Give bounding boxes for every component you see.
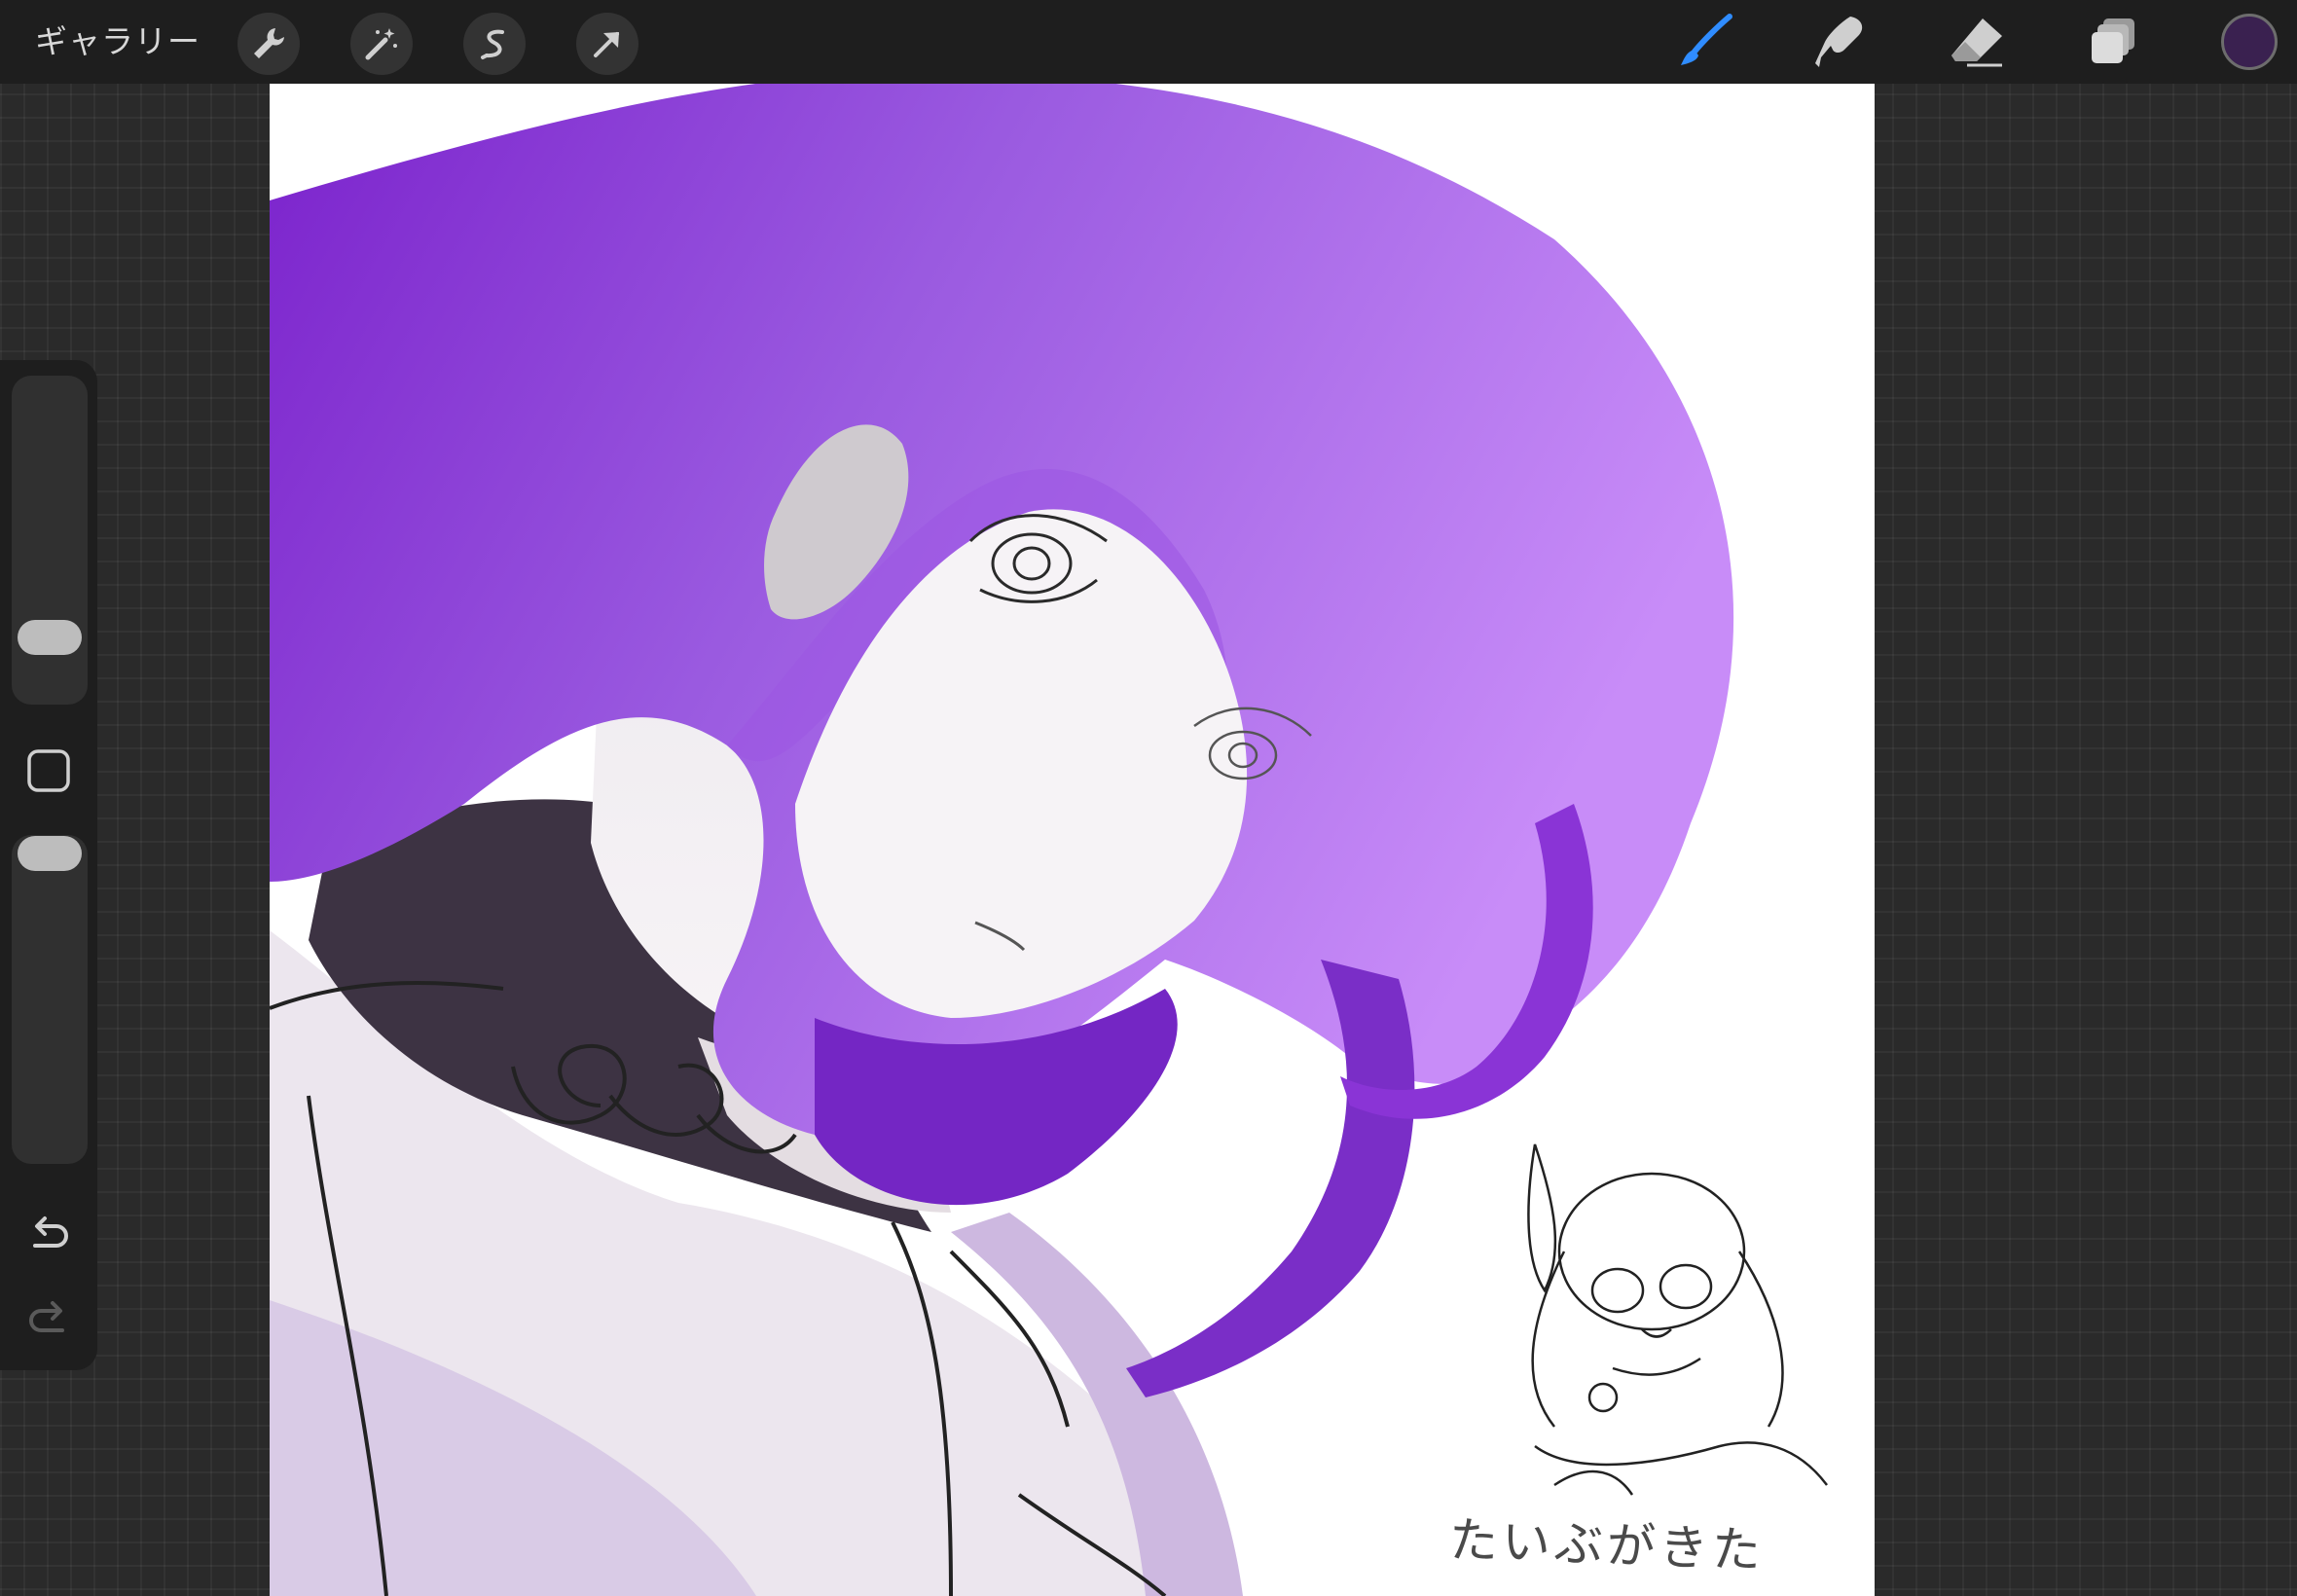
drawing-canvas[interactable]: たいぶがきた bbox=[270, 84, 1875, 1596]
brush-size-slider[interactable] bbox=[12, 376, 88, 705]
wrench-icon bbox=[254, 28, 284, 58]
gallery-button[interactable]: ギャラリー bbox=[35, 19, 201, 64]
smudge-tool-button[interactable] bbox=[1806, 10, 1875, 74]
undo-icon bbox=[33, 1216, 68, 1248]
brush-tool-button[interactable] bbox=[1670, 10, 1738, 74]
adjustments-button[interactable] bbox=[350, 13, 413, 75]
brush-size-thumb[interactable] bbox=[18, 620, 82, 655]
transform-button[interactable] bbox=[576, 13, 638, 75]
undo-button[interactable] bbox=[19, 1205, 78, 1263]
opacity-thumb[interactable] bbox=[18, 836, 82, 871]
sketch-caption-text: たいぶがきた bbox=[1447, 1511, 1766, 1579]
left-sidebar bbox=[0, 360, 97, 1370]
selection-button[interactable] bbox=[463, 13, 526, 75]
top-toolbar: ギャラリー bbox=[0, 0, 2297, 84]
brush-icon bbox=[1681, 14, 1732, 65]
transform-arrow-icon bbox=[594, 32, 619, 57]
eraser-tool-button[interactable] bbox=[1943, 10, 2011, 74]
color-picker-swatch[interactable] bbox=[2221, 14, 2278, 70]
actions-wrench-button[interactable] bbox=[237, 13, 300, 75]
painting-artwork bbox=[270, 84, 1828, 1596]
smudge-icon bbox=[1815, 17, 1863, 67]
magic-wand-icon bbox=[365, 28, 397, 60]
selection-icon bbox=[481, 29, 504, 59]
modify-square-icon bbox=[27, 749, 70, 792]
redo-icon bbox=[29, 1301, 64, 1332]
chibi-sketch bbox=[1527, 1143, 1828, 1496]
layers-button[interactable] bbox=[2079, 10, 2147, 74]
modify-button[interactable] bbox=[19, 742, 78, 800]
layers-icon bbox=[2092, 18, 2134, 63]
opacity-slider[interactable] bbox=[12, 835, 88, 1164]
redo-button[interactable] bbox=[19, 1289, 78, 1348]
eraser-icon bbox=[1951, 18, 2002, 67]
